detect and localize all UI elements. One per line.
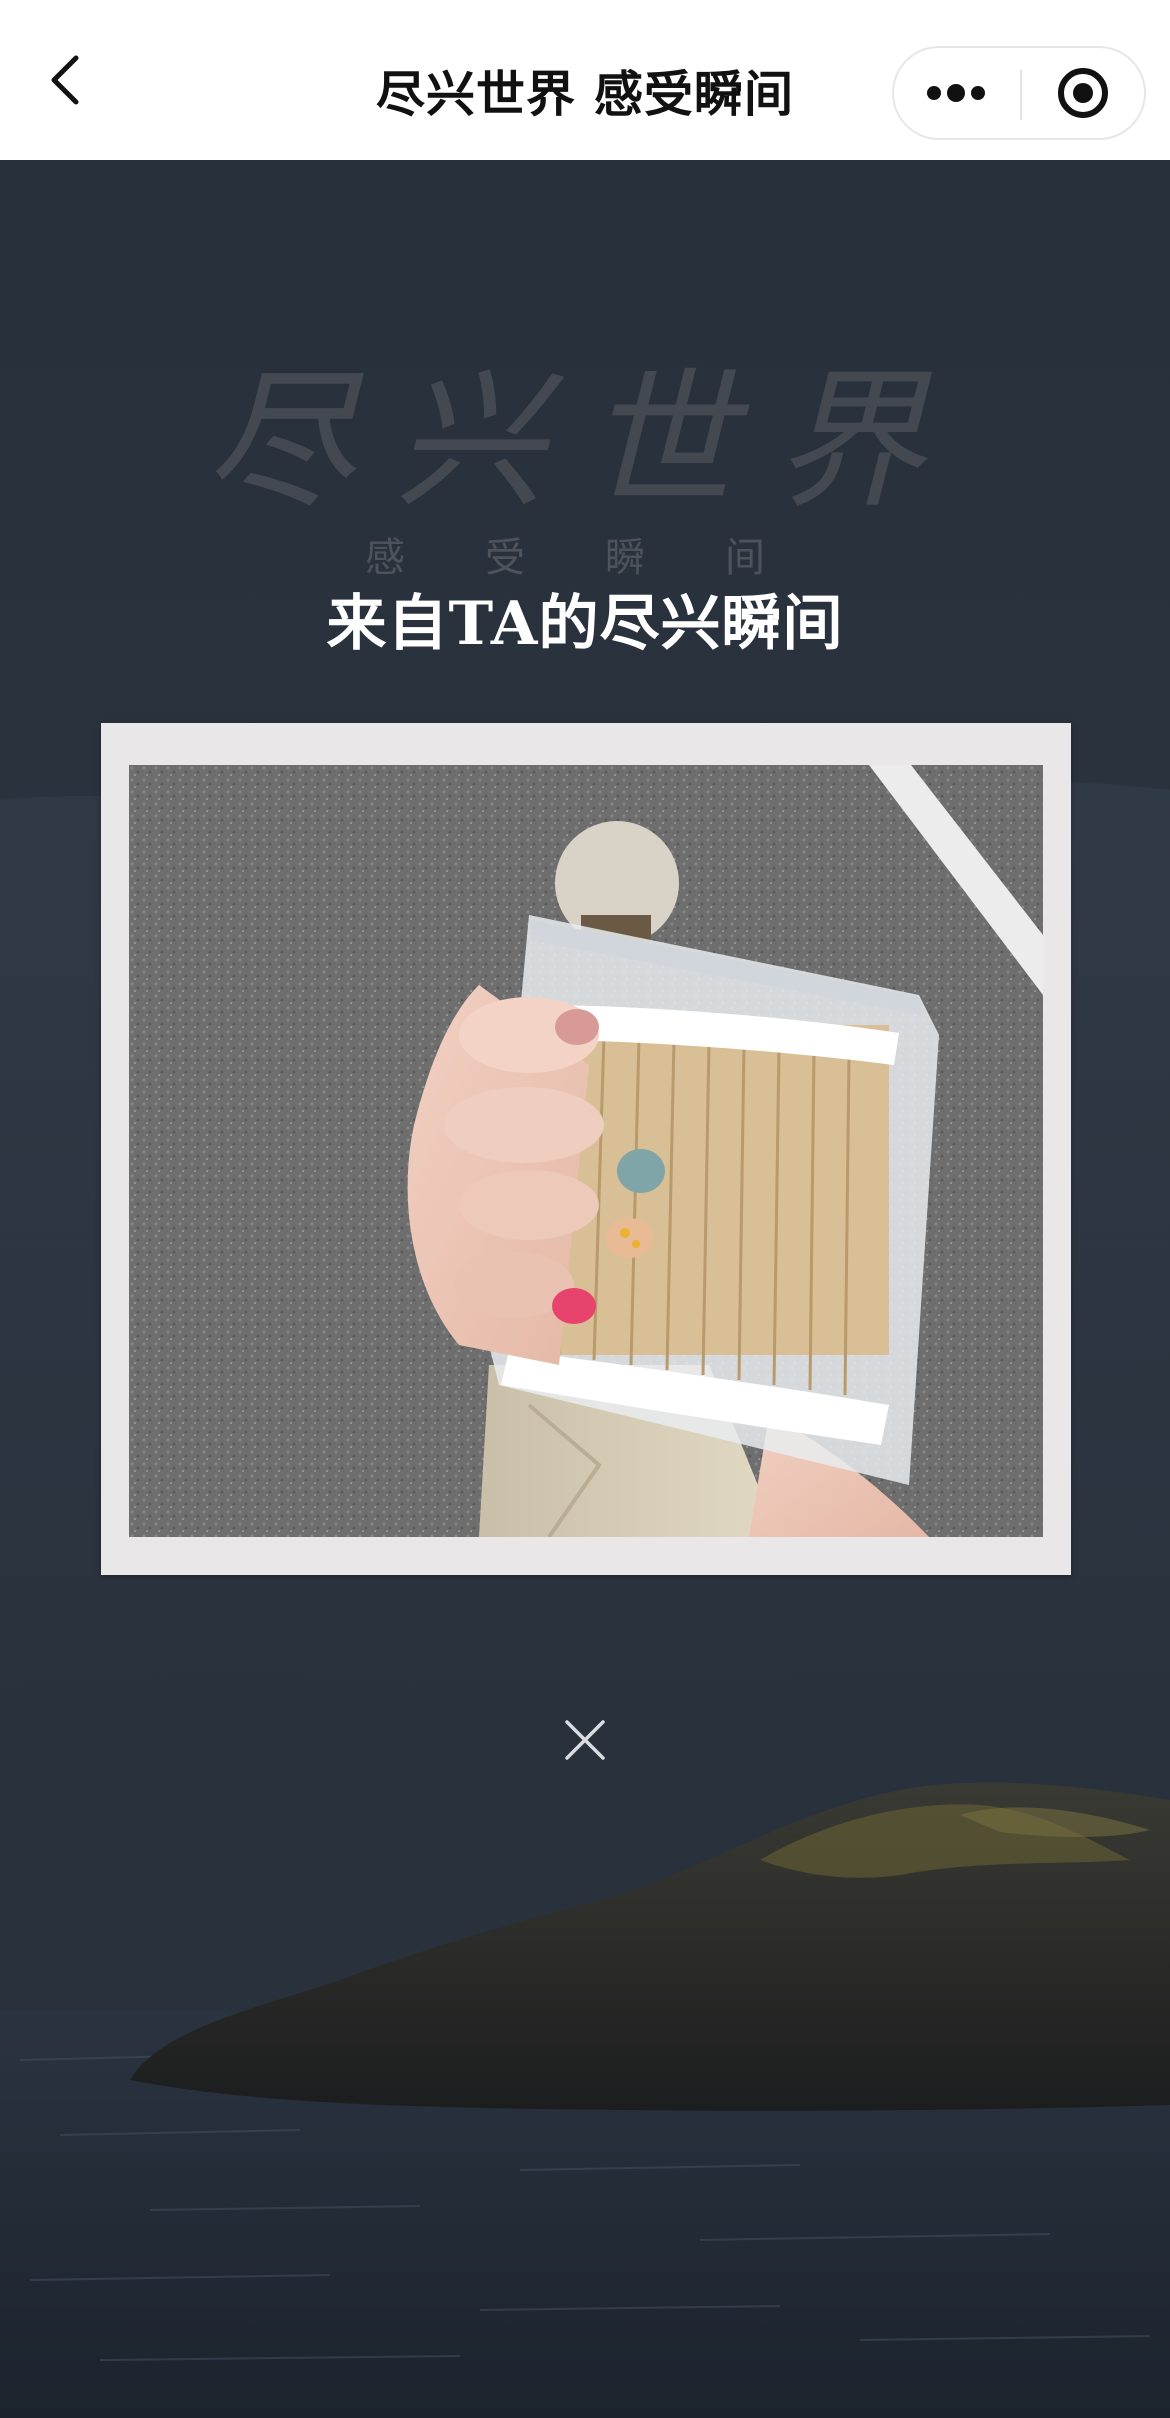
exit-mini-program-button[interactable] — [1022, 48, 1146, 138]
close-modal-button[interactable] — [555, 1710, 615, 1770]
photo-frame — [101, 723, 1071, 1575]
more-button[interactable] — [894, 48, 1020, 138]
navigation-bar: 尽兴世界 感受瞬间 — [0, 0, 1170, 160]
moment-photo[interactable] — [129, 765, 1043, 1537]
target-circle-icon — [1058, 68, 1108, 118]
more-dots-icon — [927, 84, 985, 102]
close-icon — [565, 1720, 605, 1760]
moment-caption: 来自TA的尽兴瞬间 — [326, 589, 844, 659]
mini-program-capsule — [892, 46, 1146, 140]
hero-calligraphy-title: 尽兴世界 — [204, 355, 965, 529]
moment-modal: 尽兴世界 感受瞬间 来自TA的尽兴瞬间 — [0, 160, 1170, 2418]
hand-holding-cotton-swabs-photo — [129, 765, 1043, 1537]
